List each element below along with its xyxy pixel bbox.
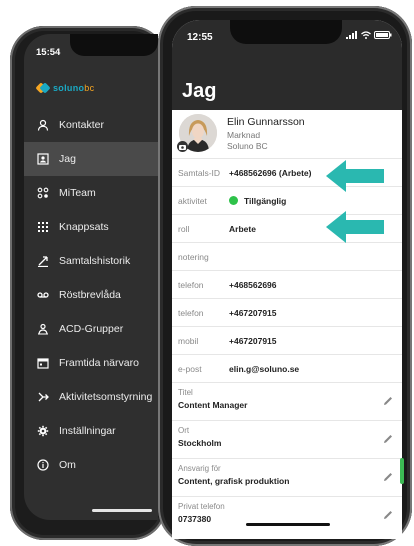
field-label: notering [178,251,209,262]
sidebar-item-miteam[interactable]: MiTeam [24,176,158,210]
team-icon [37,187,49,199]
field-value: +468562696 [229,279,277,290]
redirect-icon [37,391,49,403]
arrow-left-icon [326,160,384,192]
call-history-icon [37,255,49,267]
person-icon [37,119,49,131]
camera-icon[interactable] [177,141,188,152]
edit-pencil-icon[interactable] [382,471,394,483]
field-row-e-post[interactable]: e-post elin.g@soluno.se [172,355,402,383]
back-phone-notch [70,34,158,56]
field-value: Content, grafisk produktion [178,476,290,486]
sidebar-item-label: Aktivitetsomstyrning [59,391,153,403]
page-title: Jag [182,80,217,102]
field-label: mobil [178,335,199,346]
acd-group-icon [37,323,49,335]
sidebar-item-knappsats[interactable]: Knappsats [24,210,158,244]
profile-company: Soluno BC [227,141,268,151]
field-label: roll [178,223,190,234]
soluno-logo: solunobc [37,81,94,95]
wifi-icon [361,31,371,39]
field-label: Samtals-ID [178,168,221,178]
sidebar-item-label: Framtida närvaro [59,357,139,369]
editable-row-privat-telefon: Privat telefon 0737380 [172,497,402,539]
sidebar-item-label: Jag [59,153,76,165]
sidebar-item-label: Knappsats [59,221,109,233]
soluno-logo-icon [37,82,49,94]
edit-pencil-icon[interactable] [382,509,394,521]
field-label: telefon [178,307,204,318]
status-dot-icon [229,196,238,205]
back-status-time: 15:54 [36,47,61,58]
sidebar-item-aktivitetsomstyrning[interactable]: Aktivitetsomstyrning [24,380,158,414]
editable-row-ort: Ort Stockholm [172,421,402,459]
field-label: Privat telefon [178,502,225,511]
sidebar-item-label: Om [59,459,76,471]
sidebar-item-label: Inställningar [59,425,116,437]
voicemail-icon [37,289,49,301]
sidebar-item-rostbrevlada[interactable]: Röstbrevlåda [24,278,158,312]
keypad-icon [37,221,49,233]
field-label: aktivitet [178,195,207,206]
field-value: Content Manager [178,400,248,410]
editable-row-titel: Titel Content Manager [172,383,402,421]
sidebar-item-label: MiTeam [59,187,96,199]
sidebar-menu: Kontakter Jag MiTeam Knappsats Samtalshi… [24,108,158,482]
status-bar-icons [346,31,392,39]
signal-icon [346,31,357,39]
front-home-indicator [246,523,330,526]
profile-card: Elin Gunnarsson Marknad Soluno BC [172,112,402,159]
field-value: +468562696 (Arbete) [229,168,312,178]
gear-icon [37,425,49,437]
field-label: Ort [178,426,190,435]
contact-card-icon [37,153,49,165]
app-header: 12:55 Jag [172,20,402,110]
field-label: Ansvarig för [178,464,221,473]
profile-name: Elin Gunnarsson [227,116,305,128]
status-text: Tillgänglig [244,195,287,206]
calendar-icon [37,357,49,369]
battery-icon [374,31,392,39]
sidebar-item-kontakter[interactable]: Kontakter [24,108,158,142]
sidebar-item-acd-grupper[interactable]: ACD-Grupper [24,312,158,346]
field-row-telefon-1[interactable]: telefon +468562696 [172,271,402,299]
sidebar-item-om[interactable]: Om [24,448,158,482]
field-row-mobil[interactable]: mobil +467207915 [172,327,402,355]
sidebar-item-samtalshistorik[interactable]: Samtalshistorik [24,244,158,278]
field-label: telefon [178,279,204,290]
field-row-telefon-2[interactable]: telefon +467207915 [172,299,402,327]
back-home-indicator [92,509,152,512]
side-scroll-indicator [400,458,404,484]
field-value: Arbete [229,223,256,234]
edit-pencil-icon[interactable] [382,395,394,407]
profile-screen: 12:55 Jag Elin Gunnarsson Marknad Soluno… [172,20,402,539]
field-row-notering[interactable]: notering [172,243,402,271]
field-value: 0737380 [178,514,212,524]
field-value: elin.g@soluno.se [229,363,300,374]
profile-department: Marknad [227,130,261,140]
edit-pencil-icon[interactable] [382,433,394,445]
sidebar-item-label: Röstbrevlåda [59,289,121,301]
sidebar-item-jag[interactable]: Jag [24,142,158,176]
sidebar-item-label: ACD-Grupper [59,323,124,335]
sidebar-item-framtida-narvaro[interactable]: Framtida närvaro [24,346,158,380]
arrow-left-icon [326,211,384,243]
info-icon [37,459,49,471]
field-value: Stockholm [178,438,222,448]
field-label: Titel [178,388,193,397]
sidebar-item-label: Samtalshistorik [59,255,131,267]
field-value: +467207915 [229,307,277,318]
editable-row-ansvarig-for: Ansvarig för Content, grafisk produktion [172,459,402,497]
field-value: +467207915 [229,335,277,346]
sidebar-item-label: Kontakter [59,119,104,131]
front-phone-notch [230,20,342,44]
field-value-status: Tillgänglig [229,196,286,206]
front-status-time: 12:55 [187,32,213,43]
field-label: e-post [178,363,202,374]
logo-wordmark: solunobc [53,83,95,93]
sidebar-item-installningar[interactable]: Inställningar [24,414,158,448]
